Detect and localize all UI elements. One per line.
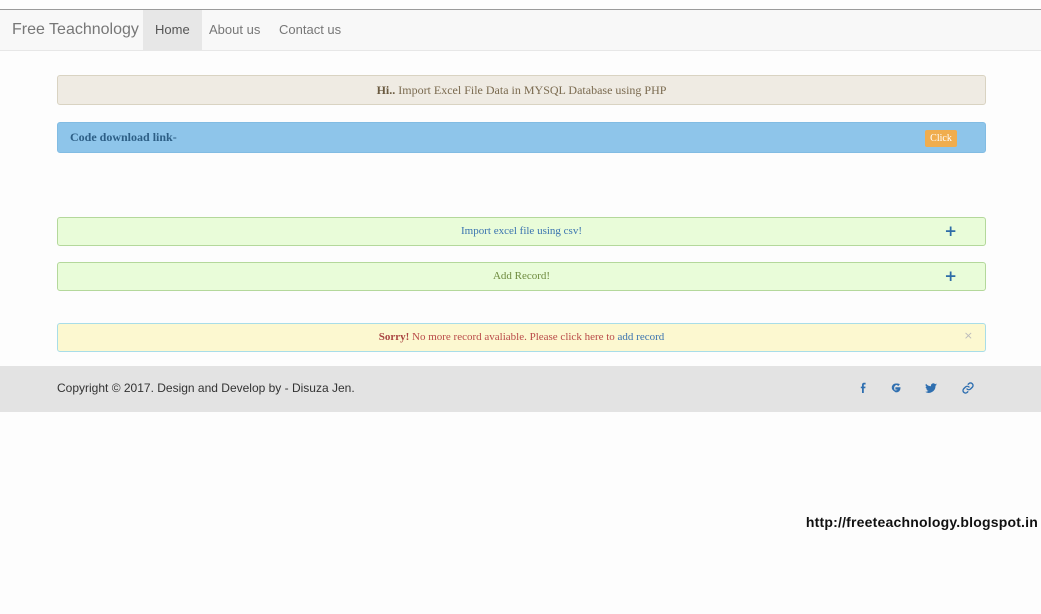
add-record-label[interactable]: Add Record! [493,270,550,282]
brand-link[interactable]: Free Teachnology [12,10,139,50]
twitter-icon[interactable] [923,380,939,396]
import-csv-label[interactable]: Import excel file using csv! [461,225,582,237]
add-record-panel[interactable]: Add Record! + [57,262,986,291]
plus-icon[interactable]: + [944,218,957,245]
plus-icon[interactable]: + [944,263,957,290]
alert-title: Sorry! [378,331,410,343]
import-csv-panel[interactable]: Import excel file using csv! + [57,217,986,246]
site-url-watermark: http://freeteachnology.blogspot.in [805,514,1038,530]
link-icon[interactable] [960,380,976,396]
intro-panel: Hi.. Import Excel File Data in MYSQL Dat… [57,75,986,105]
copyright-text: Copyright © 2017. Design and Develop by … [57,381,355,395]
nav-about-us[interactable]: About us [197,10,272,50]
google-plus-icon[interactable] [888,380,904,396]
intro-greeting: Hi.. [376,83,396,97]
close-icon[interactable]: × [964,324,973,348]
navbar: Free Teachnology Home About us Contact u… [0,10,1041,51]
download-label: Code download link- [70,130,177,144]
add-record-link[interactable]: add record [618,331,665,343]
footer: Copyright © 2017. Design and Develop by … [0,366,1041,412]
intro-text: Import Excel File Data in MYSQL Database… [395,83,667,97]
alert-text: No more record avaliable. Please click h… [409,331,618,343]
nav-contact-us[interactable]: Contact us [267,10,353,50]
facebook-icon[interactable] [855,380,871,396]
no-record-alert: Sorry! No more record avaliable. Please … [57,323,986,352]
download-panel: Code download link- Click [57,122,986,153]
download-click-button[interactable]: Click [925,130,957,147]
nav-home[interactable]: Home [143,10,202,50]
